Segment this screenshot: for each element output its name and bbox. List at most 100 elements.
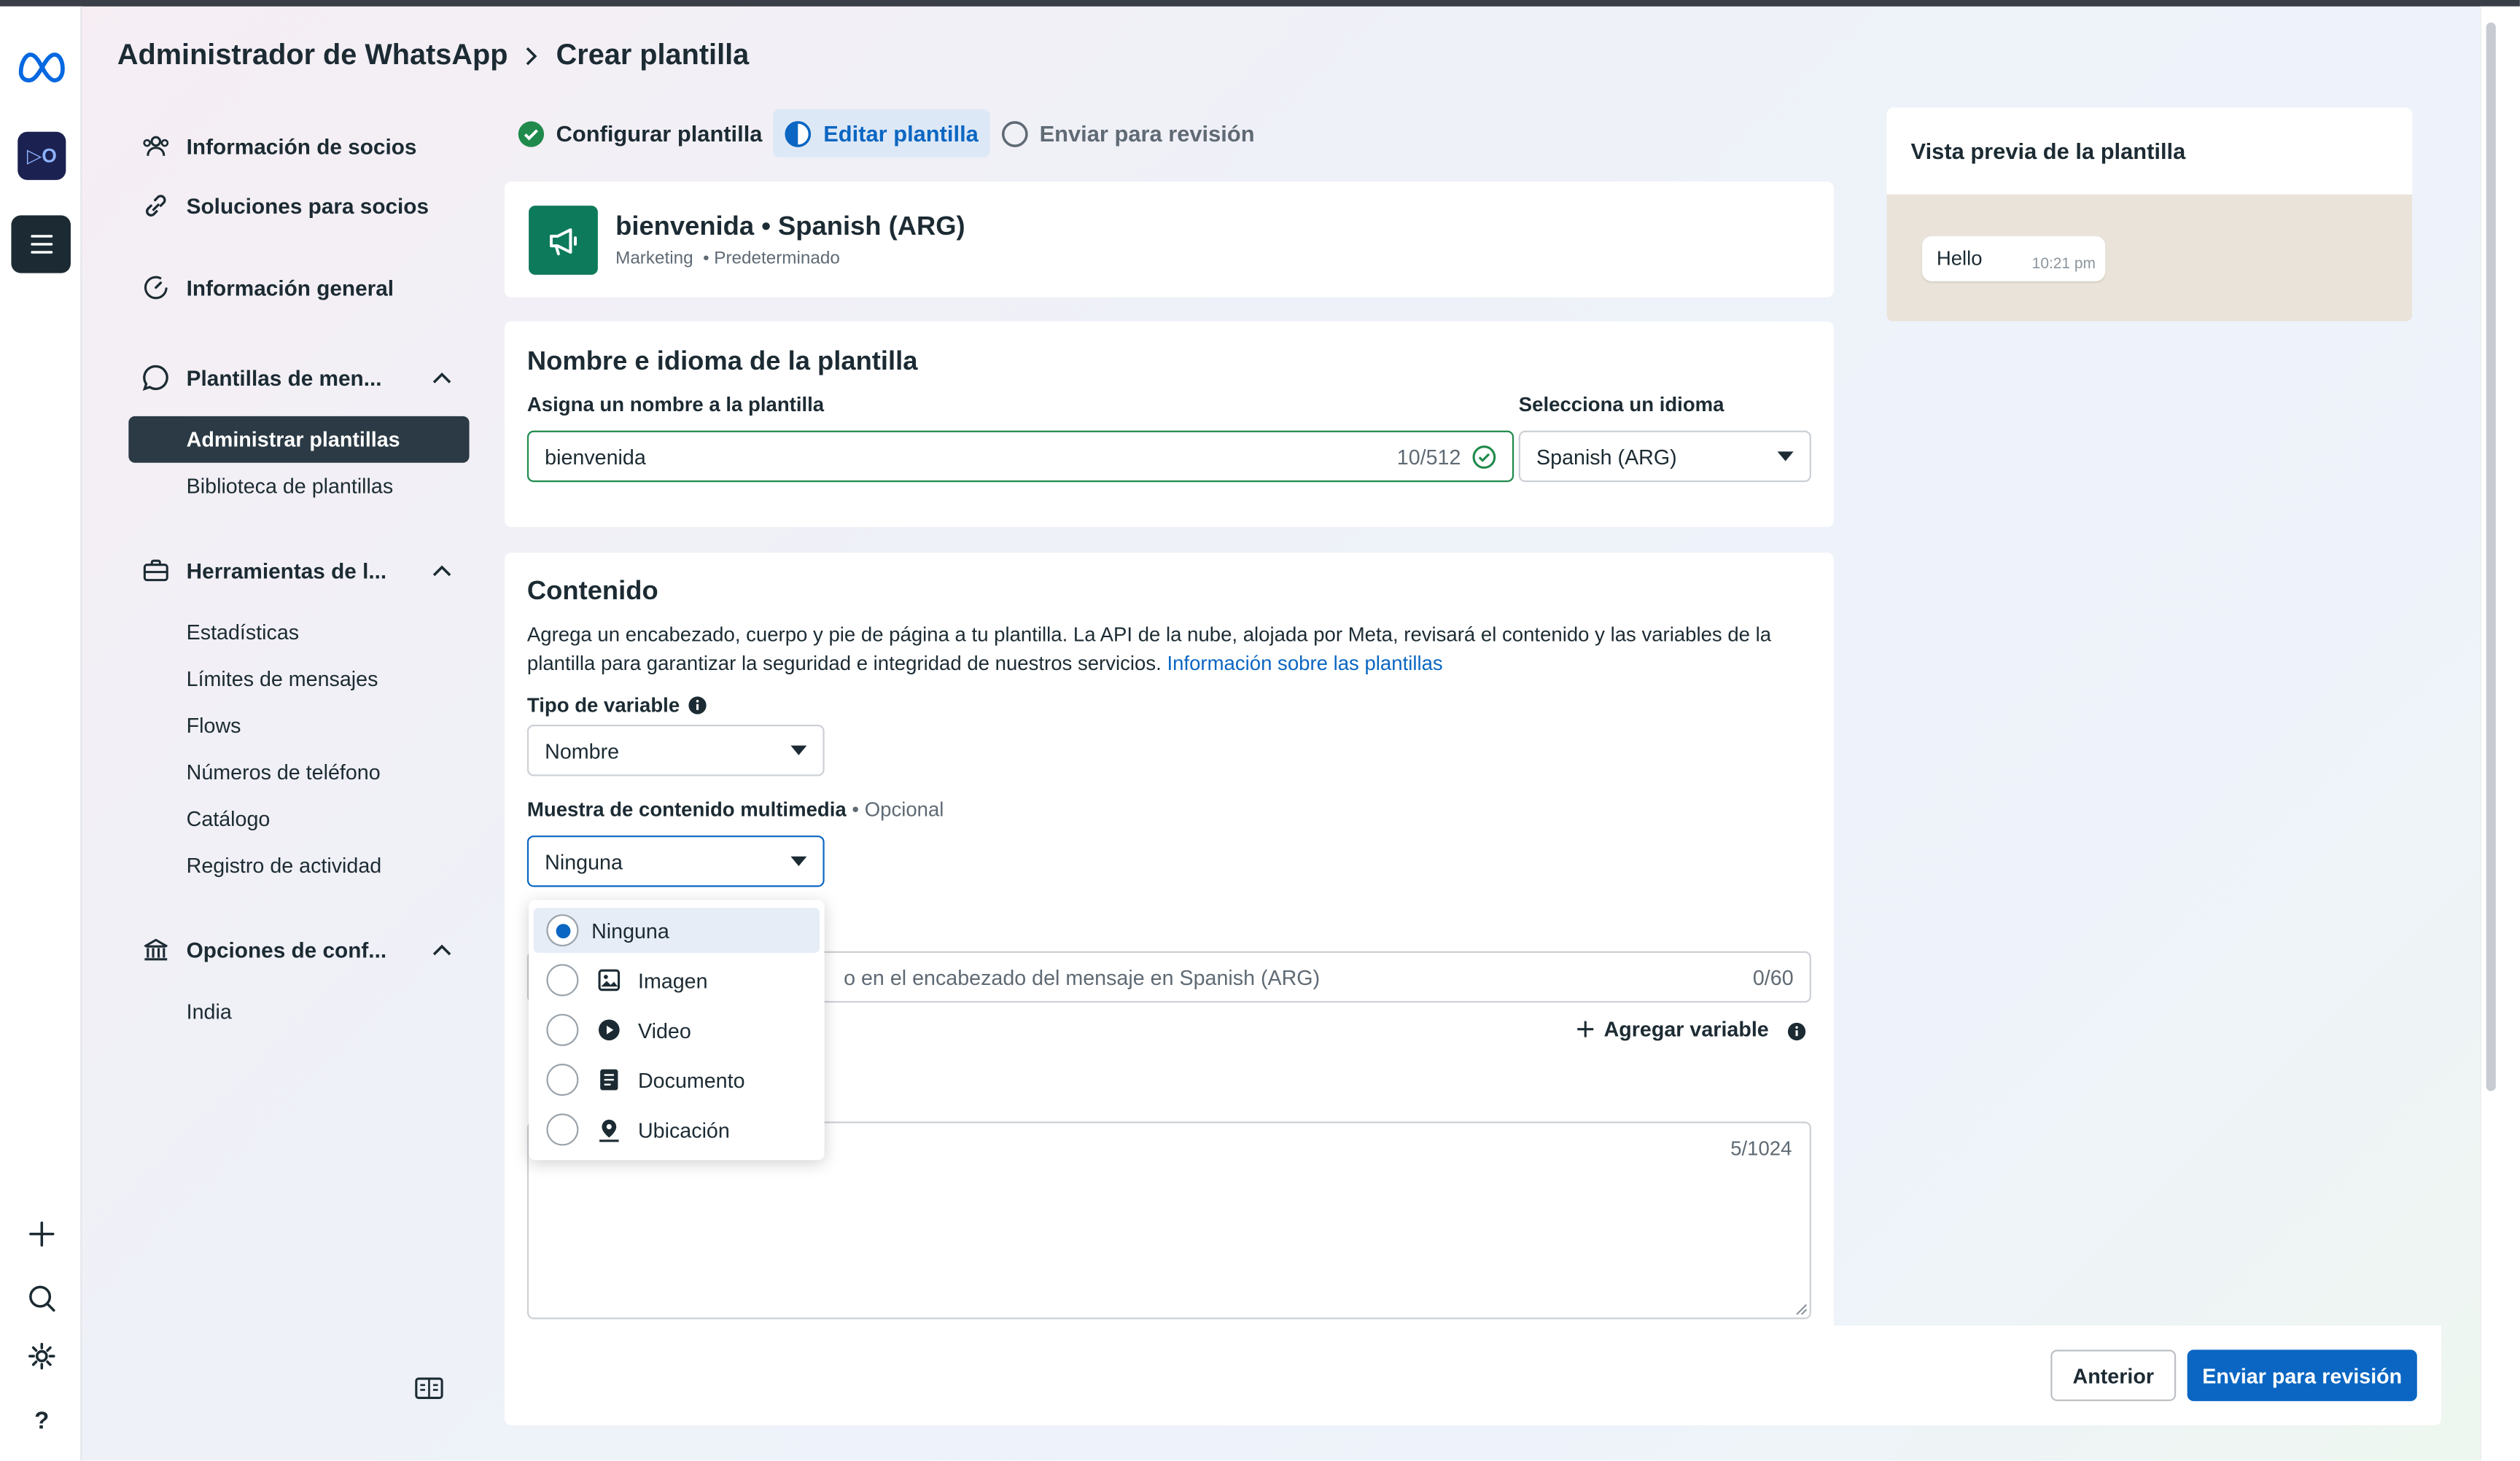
template-name-input[interactable]: bienvenida 10/512 <box>526 430 1514 483</box>
description-text: Agrega un encabezado, cuerpo y pie de pá… <box>526 623 1772 675</box>
radio[interactable] <box>546 1013 579 1046</box>
chevron-right-icon <box>526 46 537 65</box>
submit-review-button[interactable]: Enviar para revisión <box>2187 1349 2417 1401</box>
option-label: Documento <box>637 1067 745 1092</box>
radio[interactable] <box>546 964 579 997</box>
media-sample-select[interactable]: Ninguna <box>526 835 825 887</box>
search-icon[interactable] <box>23 1279 61 1317</box>
sidebar-section-label: Opciones de conf... <box>186 938 387 962</box>
sidebar-section-settings[interactable]: Opciones de conf... <box>141 929 463 970</box>
sidebar-item-statistics[interactable]: Estadísticas <box>187 620 299 644</box>
chevron-up-icon[interactable] <box>432 564 451 577</box>
media-sample-text: Muestra de contenido multimedia <box>526 798 847 822</box>
optional-tag: • Opcional <box>852 798 944 822</box>
people-icon <box>143 136 169 156</box>
templates-info-link[interactable]: Información sobre las plantillas <box>1167 652 1442 675</box>
char-count: 5/1024 <box>1730 1137 1792 1161</box>
language-label: Selecciona un idioma <box>1518 393 1724 416</box>
radio[interactable] <box>546 1064 579 1096</box>
plus-icon <box>1577 1021 1594 1037</box>
bank-icon <box>144 938 168 961</box>
sidebar-item-manage-templates[interactable]: Administrar plantillas <box>128 416 470 463</box>
sidebar-item-label: Información general <box>186 275 394 300</box>
sidebar-item-message-limits[interactable]: Límites de mensajes <box>187 667 378 691</box>
radio[interactable] <box>546 1113 579 1146</box>
page-scrollbar[interactable] <box>2479 6 2520 1461</box>
empty-circle-icon <box>1001 120 1028 147</box>
media-option-video[interactable]: Video <box>534 1008 820 1053</box>
char-count: 0/60 <box>1752 965 1794 989</box>
sidebar-item-flows[interactable]: Flows <box>187 714 241 738</box>
window-top-bar <box>0 0 2520 7</box>
chevron-up-icon[interactable] <box>432 943 451 957</box>
check-circle-icon <box>518 120 545 147</box>
template-title: bienvenida • Spanish (ARG) <box>615 211 965 241</box>
back-button[interactable]: Anterior <box>2050 1349 2177 1401</box>
sidebar-item-partner-info[interactable]: Información de socios <box>141 125 463 167</box>
radio-selected[interactable] <box>546 914 579 947</box>
plus-icon[interactable] <box>23 1215 61 1253</box>
collapse-sidebar-icon[interactable] <box>415 1376 444 1401</box>
chevron-up-icon[interactable] <box>432 371 451 384</box>
resize-handle-icon[interactable] <box>1795 1303 1808 1316</box>
app-root: ▷O ? Administrador de WhatsApp Crear pla… <box>0 0 2520 1461</box>
check-circle-icon <box>1472 445 1496 468</box>
caret-down-icon <box>1777 451 1794 461</box>
sidebar-item-india[interactable]: India <box>187 1000 232 1024</box>
variable-type-label: Tipo de variable <box>527 694 707 717</box>
help-icon[interactable]: ? <box>23 1401 61 1440</box>
char-count: 10/512 <box>1396 444 1461 469</box>
media-option-image[interactable]: Imagen <box>534 958 820 1003</box>
meta-logo-icon[interactable] <box>16 48 68 83</box>
name-label: Asigna un nombre a la plantilla <box>526 393 825 416</box>
sidebar-section-label: Plantillas de men... <box>186 365 382 390</box>
breadcrumb-root[interactable]: Administrador de WhatsApp <box>117 39 508 72</box>
sidebar-section-templates[interactable]: Plantillas de men... <box>141 357 463 398</box>
step-label: Configurar plantilla <box>556 120 763 147</box>
variable-type-select[interactable]: Nombre <box>526 725 825 776</box>
info-icon[interactable] <box>1787 1022 1806 1041</box>
sidebar-item-overview[interactable]: Información general <box>141 267 463 308</box>
info-icon[interactable] <box>688 696 707 714</box>
template-subtype: • Predeterminado <box>703 249 840 269</box>
media-option-document[interactable]: Documento <box>534 1057 820 1102</box>
chat-icon <box>142 365 168 391</box>
link-icon <box>146 195 166 217</box>
step-submit[interactable]: Enviar para revisión <box>989 109 1266 157</box>
sidebar-item-phone-numbers[interactable]: Números de teléfono <box>187 760 381 784</box>
add-variable-button[interactable]: Agregar variable <box>1576 1017 1769 1041</box>
template-header-card: bienvenida • Spanish (ARG) Marketing • P… <box>505 182 1834 297</box>
media-option-location[interactable]: Ubicación <box>534 1107 820 1153</box>
menu-icon[interactable] <box>11 215 71 273</box>
step-configure[interactable]: Configurar plantilla <box>518 109 774 157</box>
document-icon <box>600 1069 618 1091</box>
gauge-icon <box>144 276 168 300</box>
language-value: Spanish (ARG) <box>1536 444 1677 469</box>
left-rail: ▷O ? <box>0 6 82 1461</box>
language-select[interactable]: Spanish (ARG) <box>1518 430 1811 483</box>
sidebar-item-label: Soluciones para socios <box>186 193 429 218</box>
option-label: Imagen <box>637 967 708 992</box>
app-switcher-badge[interactable]: ▷O <box>18 131 66 180</box>
media-option-none[interactable]: Ninguna <box>533 908 820 953</box>
gear-icon[interactable] <box>23 1337 61 1376</box>
header-placeholder: o en el encabezado del mensaje en Spanis… <box>844 965 1321 989</box>
name-language-card: Nombre e idioma de la plantilla Asigna u… <box>505 321 1834 527</box>
toolbox-icon <box>143 559 168 582</box>
caret-down-icon <box>790 856 807 866</box>
sidebar-item-template-library[interactable]: Biblioteca de plantillas <box>187 474 394 498</box>
caret-down-icon <box>790 745 807 755</box>
sidebar-item-label: Información de socios <box>186 134 417 159</box>
step-label: Editar plantilla <box>823 120 979 147</box>
sidebar-item-catalog[interactable]: Catálogo <box>187 806 271 830</box>
step-edit[interactable]: Editar plantilla <box>773 109 990 157</box>
breadcrumb: Administrador de WhatsApp Crear plantill… <box>117 39 749 72</box>
message-text: Hello <box>1936 247 1983 270</box>
sidebar-section-tools[interactable]: Herramientas de l... <box>141 550 463 591</box>
option-label: Ubicación <box>637 1117 730 1142</box>
sidebar-item-activity-log[interactable]: Registro de actividad <box>187 853 382 877</box>
scrollbar-thumb[interactable] <box>2486 22 2496 1091</box>
preview-title: Vista previa de la plantilla <box>1910 138 2186 164</box>
template-preview-card: Vista previa de la plantilla Hello 10:21… <box>1886 107 2413 322</box>
sidebar-item-partner-solutions[interactable]: Soluciones para socios <box>141 184 463 226</box>
